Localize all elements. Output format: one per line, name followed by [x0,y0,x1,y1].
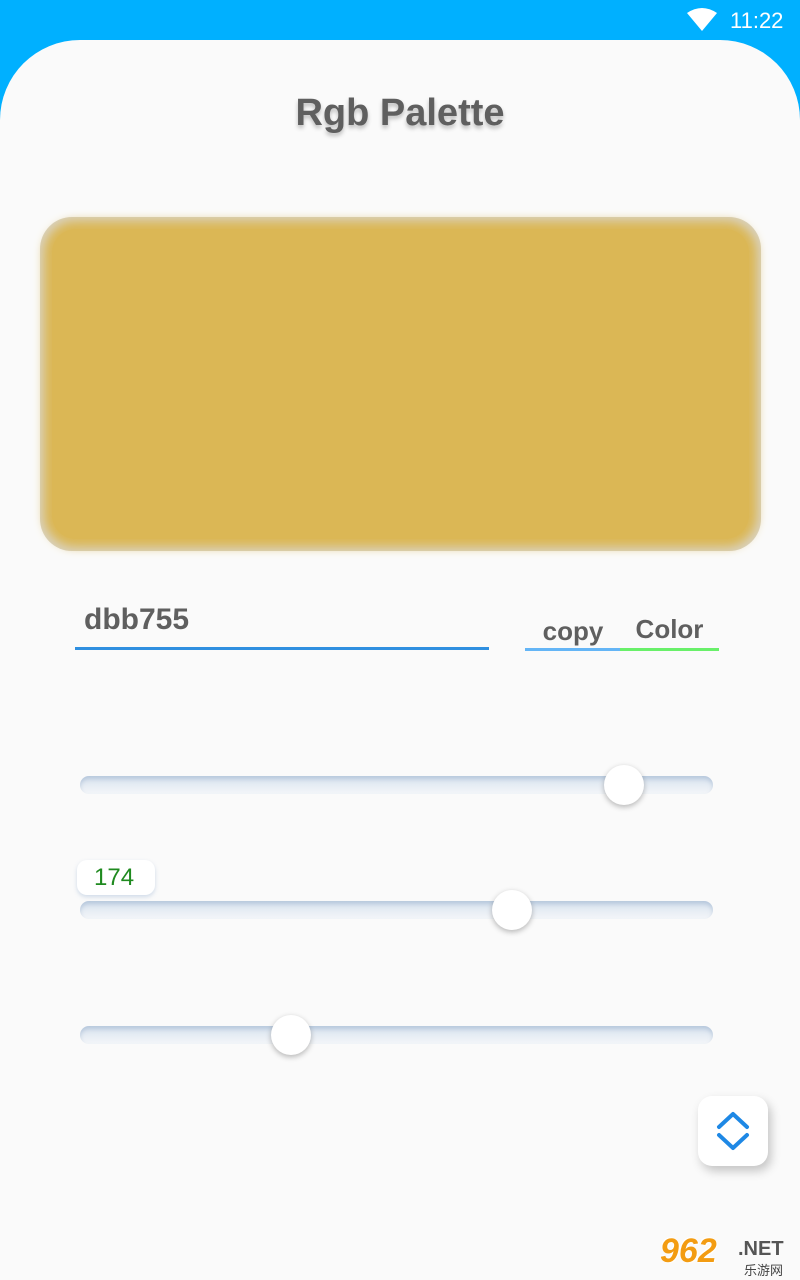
status-bar: 11:22 [0,0,800,40]
color-preview [52,229,749,539]
expand-collapse-button[interactable] [698,1096,768,1166]
slider-thumb[interactable] [271,1015,311,1055]
watermark-logo: 962 .NET 乐游网 [660,1232,800,1280]
slider-value-badge: 174 [77,860,155,895]
slider-thumb[interactable] [491,890,532,930]
watermark-cn: 乐游网 [744,1263,784,1278]
watermark-suffix: .NET [738,1238,784,1260]
wifi-icon [687,8,717,31]
slider-thumb[interactable] [603,765,644,805]
color-button[interactable]: Color [620,614,719,651]
watermark-number: 962 [660,1232,717,1270]
slider-track[interactable] [80,901,713,919]
red-slider[interactable] [80,765,713,805]
status-time: 11:22 [730,8,784,33]
hex-input-value: dbb755 [84,603,190,636]
color-preview-frame [40,217,761,551]
page-title: Rgb Palette [295,92,505,134]
hex-input[interactable]: dbb755 [75,598,489,650]
copy-button[interactable]: copy [525,616,621,651]
green-slider[interactable] [80,890,713,930]
blue-slider[interactable] [80,1015,713,1055]
expand-collapse-icon [717,1112,749,1150]
slider-track[interactable] [80,1026,713,1044]
app-screen: Rgb Palette dbb755 copy Color 174 962 .N… [0,40,800,1280]
